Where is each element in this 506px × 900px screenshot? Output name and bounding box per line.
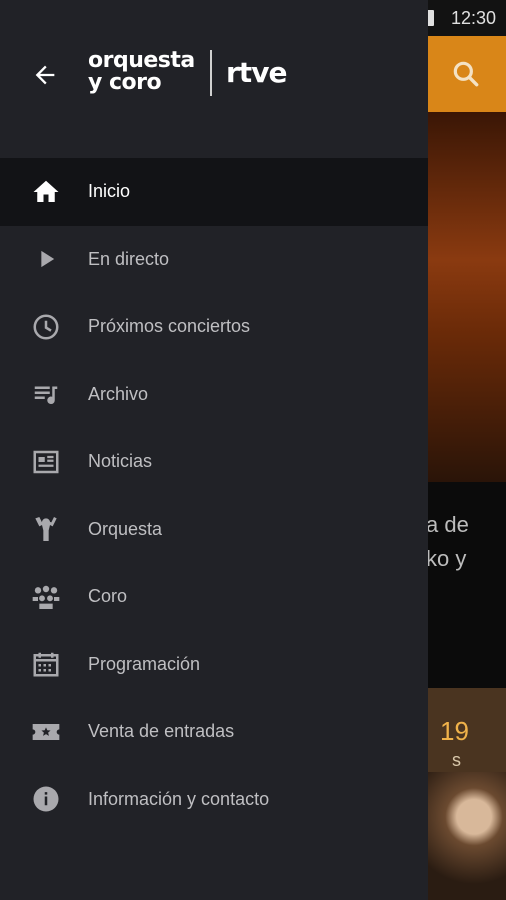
search-button[interactable] <box>450 58 482 90</box>
menu-item-label: Programación <box>88 653 201 674</box>
menu-item-label: En directo <box>88 248 170 269</box>
orquesta-rtve-logo: orquesta y coro rtve <box>88 48 298 100</box>
menu-item-label: Información y contacto <box>88 788 270 809</box>
drawer-header: orquesta y coro rtve <box>0 0 428 158</box>
info-icon <box>30 783 62 815</box>
menu-item-label: Inicio <box>88 181 131 202</box>
logo-line-2: y coro <box>88 70 162 95</box>
logo-brand: rtve <box>226 56 287 89</box>
calendar-icon <box>30 648 62 680</box>
concert-photo <box>426 772 506 900</box>
menu-item-label: Orquesta <box>88 518 163 539</box>
playlist-icon <box>30 378 62 410</box>
menu-item-label: Archivo <box>88 383 149 404</box>
hero-caption: a de ko y <box>426 508 506 576</box>
drawer-menu: Inicio En directo Próximos conciertos Ar… <box>0 158 428 833</box>
menu-item-noticias[interactable]: Noticias <box>0 428 428 496</box>
choir-icon <box>30 581 62 613</box>
concert-date-suffix: s <box>452 750 461 770</box>
home-icon <box>30 176 62 208</box>
conductor-icon <box>30 513 62 545</box>
status-time: 12:30 <box>450 8 496 28</box>
menu-item-label: Noticias <box>88 451 153 472</box>
menu-item-venta-de-entradas[interactable]: Venta de entradas <box>0 698 428 766</box>
menu-item-programacion[interactable]: Programación <box>0 631 428 699</box>
navigation-drawer: orquesta y coro rtve Inicio En directo P… <box>0 0 428 900</box>
back-button[interactable] <box>26 56 64 94</box>
menu-item-label: Próximos conciertos <box>88 316 251 337</box>
play-icon <box>30 243 62 275</box>
menu-item-label: Coro <box>88 586 128 607</box>
hero-image[interactable] <box>426 112 506 482</box>
ticket-icon <box>30 716 62 748</box>
menu-item-orquesta[interactable]: Orquesta <box>0 496 428 564</box>
menu-item-proximos-conciertos[interactable]: Próximos conciertos <box>0 293 428 361</box>
newspaper-icon <box>30 446 62 478</box>
hero-caption-line: a de <box>426 512 469 537</box>
concert-date-number: 19 <box>440 716 469 746</box>
search-icon <box>453 61 479 87</box>
menu-item-informacion-y-contacto[interactable]: Información y contacto <box>0 766 428 834</box>
menu-item-coro[interactable]: Coro <box>0 563 428 631</box>
arrow-left-icon <box>35 65 55 85</box>
menu-item-label: Venta de entradas <box>88 721 235 742</box>
clock-icon <box>30 311 62 343</box>
menu-item-en-directo[interactable]: En directo <box>0 226 428 294</box>
hero-caption-line: ko y <box>426 546 467 571</box>
menu-item-archivo[interactable]: Archivo <box>0 361 428 429</box>
logo-divider <box>210 50 212 96</box>
menu-item-inicio[interactable]: Inicio <box>0 158 428 226</box>
